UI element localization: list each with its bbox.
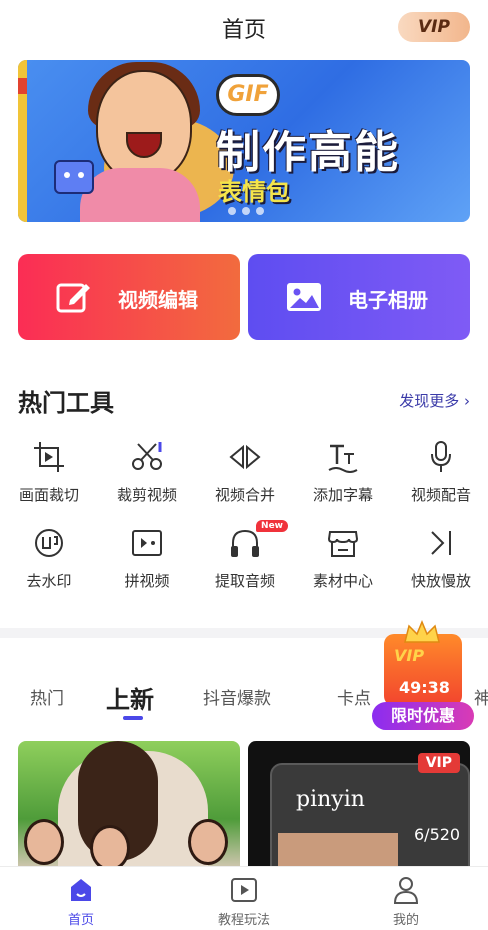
- photo-icon: [287, 283, 321, 311]
- watermark-icon: [35, 529, 63, 557]
- subtitle-icon: [328, 444, 358, 473]
- nav-home[interactable]: 首页: [31, 875, 131, 928]
- tool-material-center[interactable]: 素材中心: [294, 526, 392, 591]
- active-tab-indicator: [123, 716, 143, 720]
- edit-icon: [56, 283, 90, 313]
- carousel-dot[interactable]: [256, 207, 264, 215]
- video-card[interactable]: pinyin 6/520 VIP: [248, 741, 470, 871]
- user-icon: [393, 877, 419, 904]
- video-edit-label: 视频编辑: [118, 288, 198, 312]
- limited-offer-widget[interactable]: VIP 49:38 限时优惠: [372, 620, 476, 730]
- tool-label: 添加字幕: [312, 486, 373, 504]
- crop-icon: [34, 442, 64, 472]
- tool-label: 提取音频: [214, 572, 275, 590]
- tool-label: 快放慢放: [410, 572, 471, 590]
- gif-badge: GIF: [216, 74, 280, 116]
- cartoon-face: [96, 70, 192, 182]
- nav-label: 我的: [392, 913, 419, 928]
- nav-profile[interactable]: 我的: [356, 875, 456, 928]
- carousel-dots: [228, 200, 270, 219]
- vip-button[interactable]: VIP: [398, 12, 470, 42]
- tool-label: 视频合并: [214, 486, 275, 504]
- thumbnail-text: pinyin: [296, 787, 365, 812]
- tool-dubbing[interactable]: 视频配音: [392, 440, 488, 505]
- speed-icon: [431, 531, 451, 555]
- tool-label: 素材中心: [312, 572, 373, 590]
- cartoon-body: [80, 168, 200, 222]
- scissors-icon: [132, 442, 162, 470]
- tool-add-subtitle[interactable]: 添加字幕: [294, 440, 392, 505]
- promo-label: 限时优惠: [372, 702, 474, 730]
- nav-tutorials[interactable]: 教程玩法: [194, 875, 294, 928]
- collage-icon: [132, 530, 162, 556]
- tool-remove-watermark[interactable]: 去水印: [0, 526, 98, 591]
- thumbnail-face: [90, 825, 130, 871]
- promo-banner[interactable]: GIF 制作高能 表情包: [18, 60, 470, 222]
- tool-merge-video[interactable]: 视频合并: [196, 440, 294, 505]
- banner-title: 制作高能: [216, 127, 400, 178]
- tv-mascot-icon: [54, 160, 94, 194]
- photo-album-button[interactable]: 电子相册: [248, 254, 470, 340]
- nav-label: 教程玩法: [217, 913, 270, 928]
- tab-douyin-hits[interactable]: 抖音爆款: [203, 684, 271, 709]
- tool-label: 拼视频: [124, 572, 170, 590]
- tool-label: 裁剪视频: [116, 486, 177, 504]
- tool-label: 视频配音: [410, 486, 471, 504]
- home-icon: [71, 879, 91, 901]
- carousel-dot[interactable]: [242, 207, 250, 215]
- tool-speed[interactable]: 快放慢放: [392, 526, 488, 591]
- video-card[interactable]: [18, 741, 240, 871]
- merge-icon: [229, 444, 261, 470]
- discover-more-link[interactable]: 发现更多 ›: [399, 390, 470, 411]
- carousel-dot[interactable]: [228, 207, 236, 215]
- tab-new[interactable]: 上新: [106, 680, 154, 715]
- discover-more-label: 发现更多: [399, 392, 460, 410]
- tool-extract-audio[interactable]: New 提取音频: [196, 520, 294, 591]
- store-icon: [327, 531, 359, 557]
- thumbnail-face: [24, 819, 64, 865]
- tool-crop[interactable]: 画面裁切: [0, 440, 98, 505]
- tab-beat[interactable]: 卡点: [337, 684, 371, 709]
- hot-tools-title: 热门工具: [18, 389, 114, 417]
- new-badge: New: [256, 520, 288, 532]
- banner-edge: [18, 60, 27, 222]
- vip-tag: VIP: [417, 753, 460, 773]
- video-edit-button[interactable]: 视频编辑: [18, 254, 240, 340]
- microphone-icon: [431, 441, 451, 472]
- video-play-icon: [231, 878, 257, 902]
- crown-icon: [404, 620, 440, 643]
- header: 首页 VIP: [0, 0, 488, 55]
- thumbnail-counter: 6/520: [414, 825, 461, 844]
- thumbnail-face: [188, 819, 228, 865]
- tool-cut-video[interactable]: 裁剪视频: [98, 440, 196, 505]
- tool-label: 画面裁切: [18, 486, 79, 504]
- nav-label: 首页: [67, 913, 94, 928]
- chevron-right-icon: ›: [464, 392, 470, 410]
- tool-collage-video[interactable]: 拼视频: [98, 526, 196, 591]
- promo-vip: VIP: [394, 646, 425, 665]
- photo-album-label: 电子相册: [348, 288, 428, 312]
- tab-more[interactable]: 神: [474, 684, 488, 709]
- promo-countdown: 49:38: [399, 678, 450, 697]
- tool-label: 去水印: [26, 572, 72, 590]
- bottom-nav: 首页 教程玩法 我的: [0, 866, 488, 930]
- tab-hot[interactable]: 热门: [30, 684, 64, 709]
